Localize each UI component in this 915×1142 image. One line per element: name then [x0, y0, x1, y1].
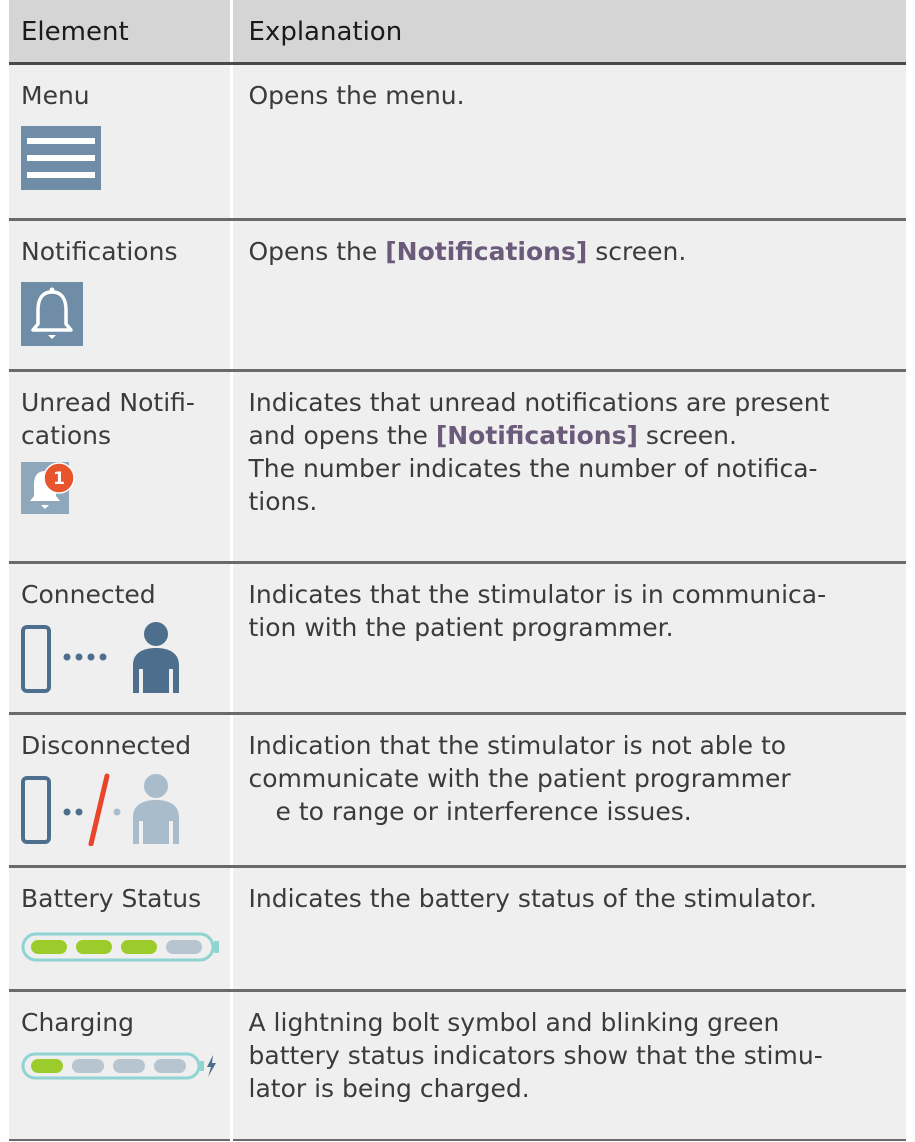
table-row: Connected Indicates that the stimulator …	[9, 562, 906, 716]
charging-battery-icon	[21, 1051, 220, 1081]
bell-badge-icon: 1	[21, 462, 220, 515]
elements-table: Element Explanation Menu Opens the menu.	[9, 0, 906, 1141]
table-row: Battery Status Indicates the battery sta…	[9, 866, 906, 992]
bell-icon	[21, 282, 220, 347]
element-name-line2: cations	[21, 421, 111, 451]
explanation-line: Indicates that the stimulator is in comm…	[248, 580, 827, 610]
element-name-line1: Unread Notifi-	[21, 388, 195, 418]
element-name: Disconnected	[21, 731, 192, 761]
explanation-line: tion with the patient programmer.	[248, 613, 674, 643]
explanation-cell: Indicates the battery status of the stim…	[229, 866, 906, 992]
lightning-bolt-icon	[207, 1054, 216, 1077]
table-row: Menu Opens the menu.	[9, 63, 906, 222]
element-name: Battery Status	[21, 884, 202, 914]
explanation-cell: Indicates that unread notifications are …	[229, 370, 906, 565]
explanation-line: and opens the [Notifications] screen.	[249, 419, 903, 452]
hamburger-menu-icon	[21, 126, 220, 190]
element-cell: Notifications	[9, 219, 231, 373]
explanation-text: and opens the	[248, 421, 436, 451]
explanation-line: tions.	[248, 487, 318, 517]
element-name: Connected	[21, 580, 156, 610]
explanation-line: communicate with the patient programmer	[248, 764, 791, 794]
disconnected-icon	[21, 772, 220, 847]
element-cell: Unread Notifi- cations 1	[9, 370, 231, 565]
element-name: Menu	[21, 81, 90, 110]
explanation-text-end: screen.	[587, 237, 687, 267]
badge-count: 1	[53, 469, 65, 489]
header-element: Element	[9, 0, 231, 65]
element-name: Charging	[21, 1007, 134, 1037]
element-cell: Battery Status	[9, 866, 231, 992]
explanation-line: battery status indicators show that the …	[248, 1040, 823, 1070]
element-cell: Charging	[9, 990, 231, 1141]
element-name: Notifications	[21, 237, 178, 267]
explanation-cell: Opens the menu.	[229, 63, 906, 222]
notifications-screen-reference: [Notifications]	[385, 237, 588, 267]
battery-status-icon	[21, 931, 220, 963]
element-cell: Connected	[9, 562, 231, 716]
table-row: Disconnected Indication that the stimula…	[9, 713, 906, 869]
element-cell: Menu	[9, 63, 231, 222]
header-explanation: Explanation	[229, 0, 906, 65]
explanation-text: Opens the menu.	[248, 81, 465, 110]
element-cell: Disconnected	[9, 713, 231, 869]
explanation-cell: Indication that the stimulator is not ab…	[229, 713, 906, 869]
explanation-cell: A lightning bolt symbol and blinking gre…	[229, 990, 906, 1141]
explanation-line: Indication that the stimulator is not ab…	[248, 731, 787, 761]
explanation-cell: Opens the [Notifications] screen.	[229, 219, 906, 373]
explanation-line: lator is being charged.	[248, 1073, 530, 1103]
explanation-line: e to range or interference issues.	[275, 797, 692, 827]
explanation-cell: Indicates that the stimulator is in comm…	[229, 562, 906, 716]
explanation-line: The number indicates the number of notif…	[248, 454, 818, 484]
table-row: Unread Notifi- cations 1 Indicates that …	[9, 370, 906, 565]
explanation-line: Indicates that unread notifications are …	[248, 388, 830, 418]
explanation-text: Opens the	[248, 237, 386, 267]
table-row: Notifications Opens the [Notifications] …	[9, 219, 906, 373]
explanation-line: A lightning bolt symbol and blinking gre…	[248, 1007, 780, 1037]
explanation-text-end: screen.	[637, 421, 737, 451]
explanation-line: Indicates the battery status of the stim…	[248, 884, 817, 914]
connected-icon	[21, 621, 220, 695]
table-header-row: Element Explanation	[9, 0, 906, 65]
table-row: Charging A lightning bolt symbol and bli…	[9, 990, 906, 1141]
notifications-screen-reference: [Notifications]	[435, 421, 638, 451]
